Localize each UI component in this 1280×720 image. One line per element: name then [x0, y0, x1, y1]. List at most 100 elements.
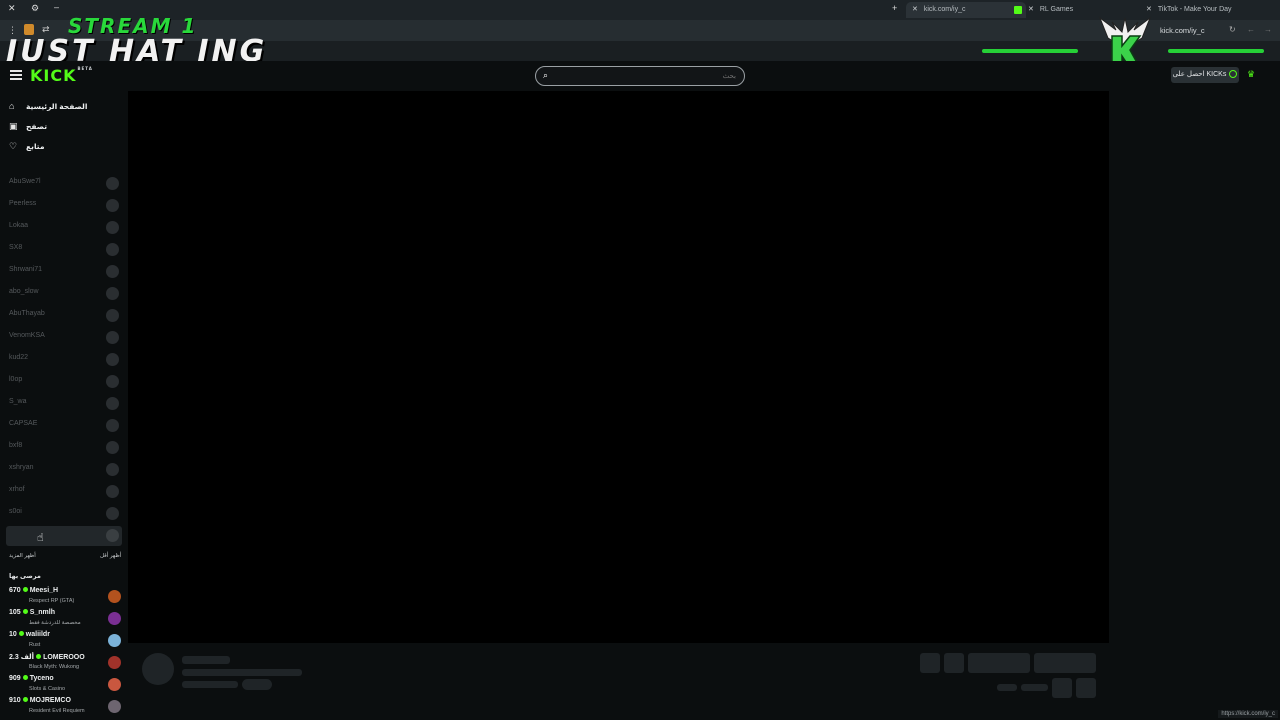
channel-avatar [106, 221, 119, 234]
streamer-avatar [108, 612, 121, 625]
close-window-icon[interactable]: ✕ [8, 3, 16, 14]
recommended-item[interactable]: 909 Tyceno Slots & Casino [9, 675, 121, 695]
following-item[interactable]: AbuThayab [6, 306, 122, 326]
viewer-count: 909 [9, 675, 21, 682]
category-placeholder [182, 681, 238, 688]
channel-name: AbuSwe7l [9, 178, 41, 185]
recommended-header: 2.3 ألف LOMEROOO [9, 653, 85, 661]
kick-logo[interactable]: KICKBETA [30, 66, 93, 85]
channel-name: Shrwani71 [9, 266, 43, 273]
show-less-link[interactable]: أظهر أقل [100, 553, 121, 559]
settings-icon[interactable]: ⚙ [31, 3, 39, 14]
channel-avatar [106, 177, 119, 190]
following-item[interactable]: AbuSwe7l [6, 174, 122, 194]
video-player[interactable] [128, 91, 1109, 643]
share-button-placeholder[interactable] [1052, 678, 1072, 698]
recommended-item[interactable]: 105 S_nmlh مخصصة للدردشة فقط [9, 609, 121, 629]
channel-name: xshryan [9, 464, 34, 471]
tab-label: kick.com/iy_c [923, 6, 966, 13]
search-input[interactable] [554, 68, 738, 85]
following-item[interactable]: SX8 [6, 240, 122, 260]
channel-avatar [106, 463, 119, 476]
recommended-item[interactable]: 910 MOJREMCO Resident Evil Requiem [9, 697, 121, 717]
recommended-item[interactable]: 2.3 ألف LOMEROOO Black Myth: Wukong [9, 653, 121, 673]
channel-avatar [106, 375, 119, 388]
more-button-placeholder[interactable] [1076, 678, 1096, 698]
following-item[interactable]: S_wa [6, 394, 122, 414]
following-item[interactable]: CAPSAE [6, 416, 122, 436]
channel-avatar [106, 419, 119, 432]
action-button-placeholder[interactable] [944, 653, 964, 673]
tab-kick[interactable]: ✕ kick.com/iy_c [906, 2, 1026, 18]
following-item[interactable]: Shrwani71 [6, 262, 122, 282]
logo-text: KICK [30, 66, 77, 85]
url-field[interactable]: kick.com/iy_c [1160, 26, 1205, 35]
hamburger-menu-icon[interactable] [10, 70, 22, 80]
search-bar[interactable]: ⌕ [535, 66, 745, 86]
tab-tiktok[interactable]: ✕ TikTok - Make Your Day [1146, 2, 1256, 18]
channel-name: xrhof [9, 486, 25, 493]
channel-avatar [106, 287, 119, 300]
recommended-header: 10 waliildr [9, 631, 50, 638]
browse-icon: ▣ [9, 121, 18, 131]
minimize-icon[interactable]: – [54, 2, 59, 12]
live-dot-icon [22, 587, 28, 592]
home-icon: ⌂ [9, 101, 15, 111]
live-dot-icon [18, 631, 24, 636]
following-item-hovered[interactable] [6, 526, 122, 546]
live-dot-icon [36, 654, 42, 659]
channel-name: VenomKSA [9, 332, 45, 339]
new-tab-icon[interactable]: + [892, 3, 897, 13]
nav-following[interactable]: ♡ متابع [9, 139, 44, 153]
streamer-name: Tyceno [29, 675, 54, 682]
following-item[interactable]: xrhof [6, 482, 122, 502]
channel-name: s0oi [9, 508, 22, 515]
forward-icon[interactable]: → [1264, 25, 1272, 34]
following-item[interactable]: kud22 [6, 350, 122, 370]
stream-category: Rust [29, 642, 41, 648]
live-dot-icon [22, 697, 28, 702]
following-item[interactable]: Peerless [6, 196, 122, 216]
overlay-green-line [1168, 49, 1264, 53]
recommended-item[interactable]: 670 Meesi_H Respect RP (GTA) [9, 587, 121, 607]
channel-avatar [106, 397, 119, 410]
following-item[interactable]: bxf8 [6, 438, 122, 458]
stream-category: مخصصة للدردشة فقط [29, 620, 81, 626]
kick-favicon-icon [1014, 6, 1022, 14]
tab-label: TikTok - Make Your Day [1157, 6, 1232, 13]
streamer-avatar [108, 634, 121, 647]
recommended-item[interactable]: 10 waliildr Rust [9, 631, 121, 651]
following-item[interactable]: VenomKSA [6, 328, 122, 348]
channel-avatar [106, 441, 119, 454]
viewer-count: 2.3 ألف [9, 654, 35, 661]
viewer-count: 105 [9, 609, 21, 616]
reload-icon[interactable]: ↻ [1229, 25, 1236, 34]
tag-placeholder [242, 679, 272, 690]
show-more-link[interactable]: أظهر المزيد [9, 553, 36, 559]
logo-badge: BETA [77, 66, 93, 71]
back-icon[interactable]: ← [1247, 25, 1255, 34]
channel-avatar [106, 199, 119, 212]
channel-name: Peerless [9, 200, 37, 207]
nav-home[interactable]: ⌂ الصفحة الرئيسية [9, 99, 87, 113]
live-dot-icon [22, 675, 28, 680]
following-item[interactable]: Lokaa [6, 218, 122, 238]
close-tab-icon[interactable]: ✕ [1028, 6, 1034, 13]
get-kicks-button[interactable]: احصل على KICKs [1171, 67, 1239, 83]
following-item[interactable]: xshryan [6, 460, 122, 480]
following-item[interactable]: s0oi [6, 504, 122, 524]
channel-avatar [106, 353, 119, 366]
nav-browse[interactable]: ▣ تصفح [9, 119, 47, 133]
channel-name: CAPSAE [9, 420, 38, 427]
action-button-placeholder[interactable] [920, 653, 940, 673]
streamer-avatar [108, 678, 121, 691]
recommended-header: 105 S_nmlh [9, 609, 55, 616]
subscribe-button-placeholder[interactable] [1034, 653, 1096, 673]
following-item[interactable]: l0op [6, 372, 122, 392]
nav-label: متابع [26, 142, 45, 151]
channel-avatar [106, 331, 119, 344]
follow-button-placeholder[interactable] [968, 653, 1030, 673]
following-item[interactable]: abo_slow [6, 284, 122, 304]
user-avatar[interactable]: ♛ [1244, 69, 1258, 81]
close-tab-icon[interactable]: ✕ [912, 6, 918, 13]
